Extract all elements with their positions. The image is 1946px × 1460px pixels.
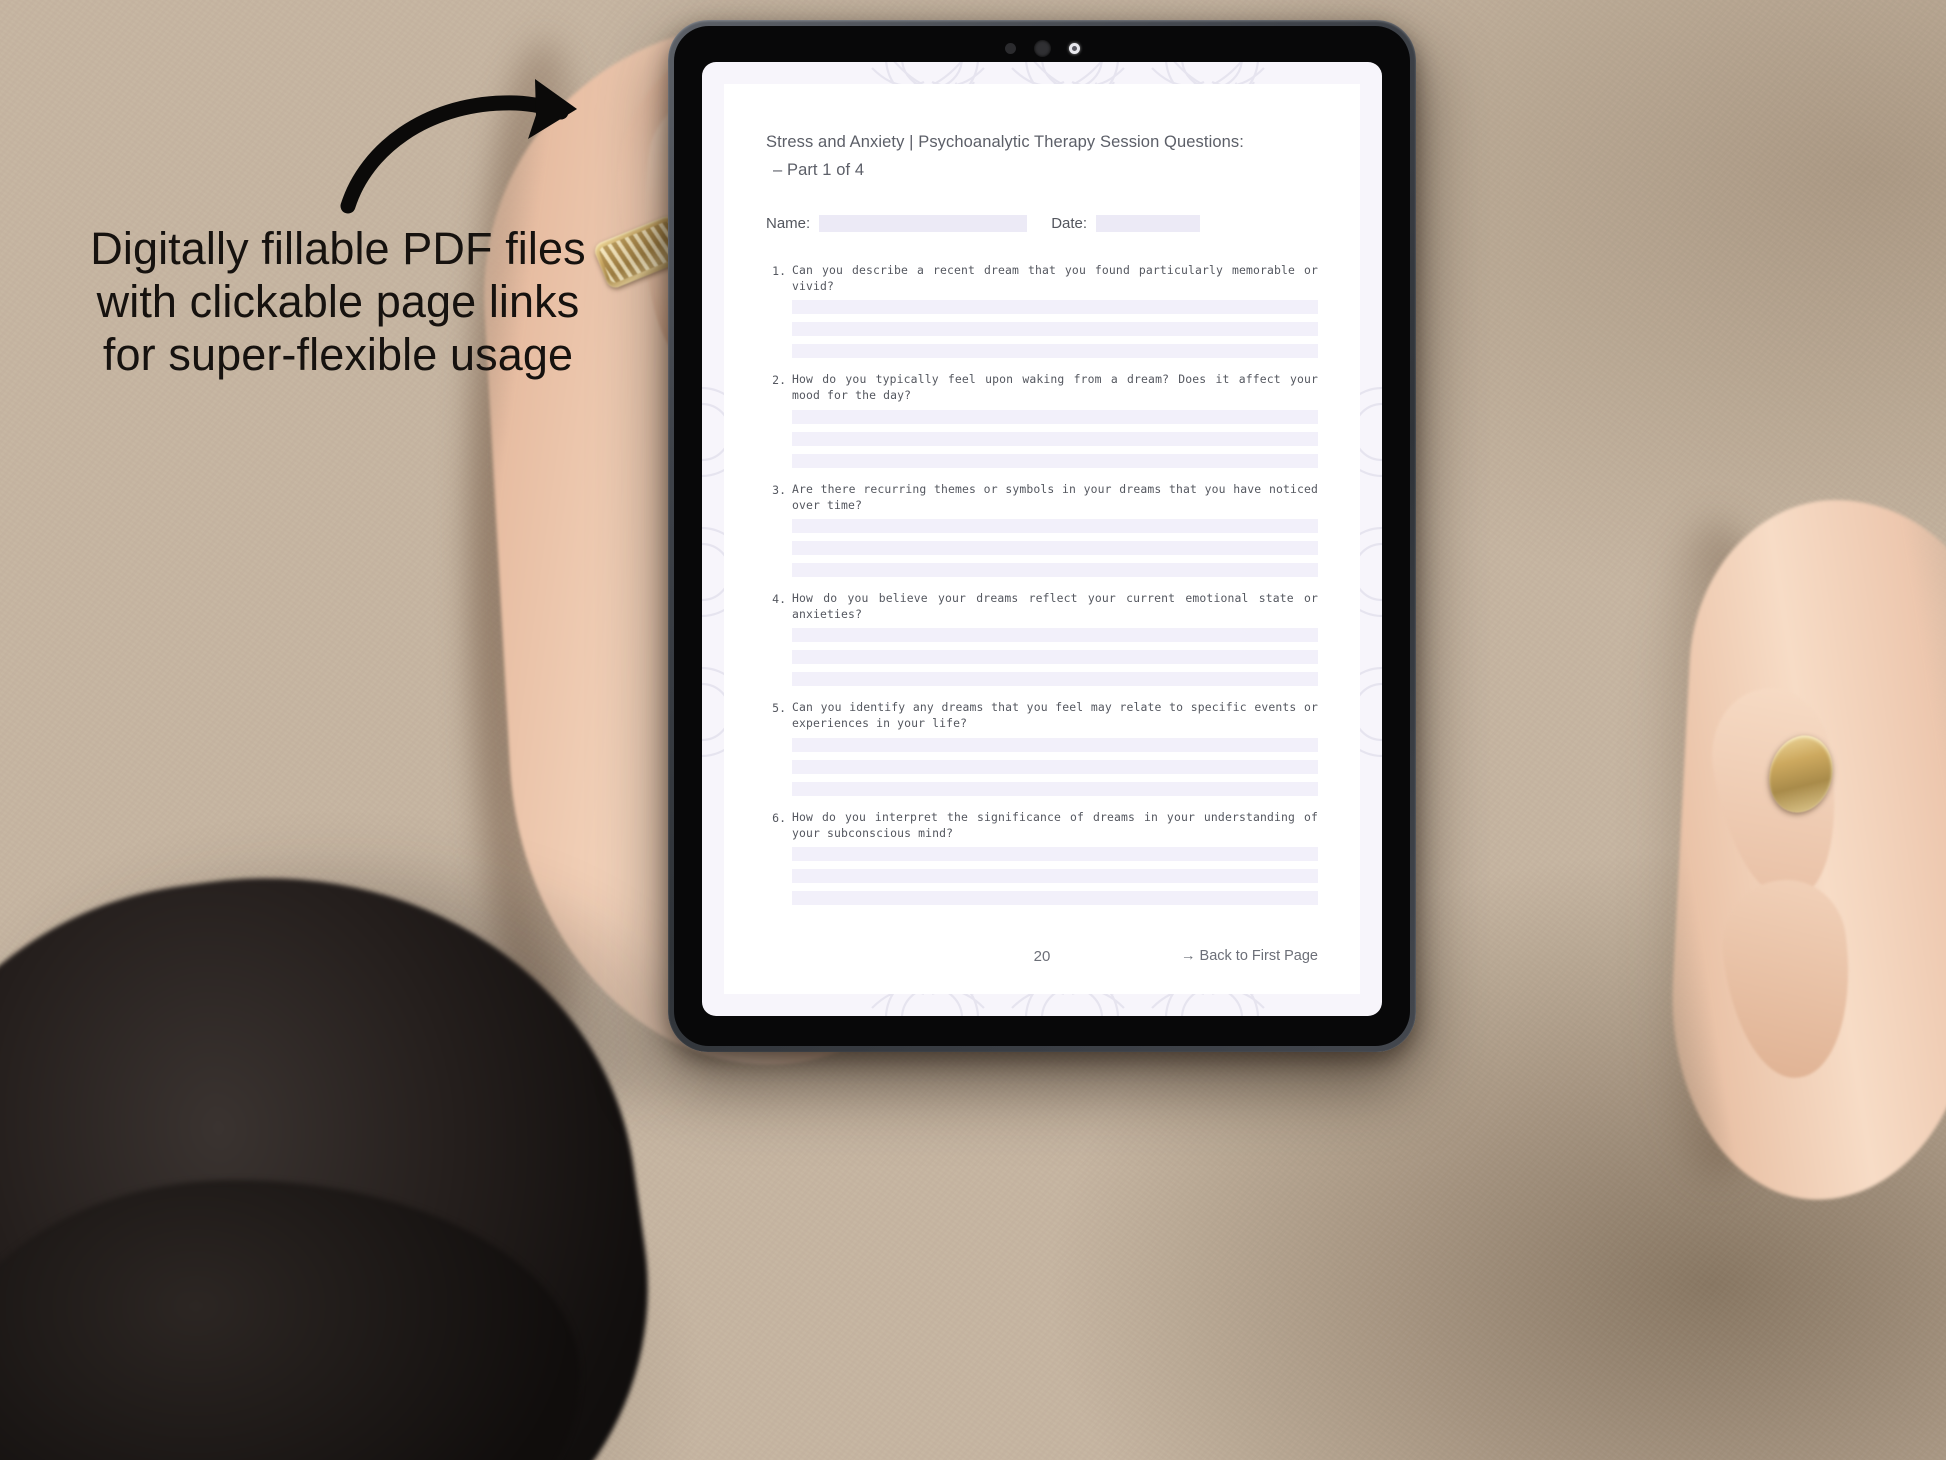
curved-arrow-right-icon [340,79,577,214]
answer-line-input[interactable] [792,518,1318,533]
name-label: Name: [766,214,811,232]
question-number: 3. [772,482,786,497]
question-number: 4. [772,591,786,606]
camera-lens-icon [1033,39,1051,57]
question-number: 1. [772,263,786,278]
tablet-screen[interactable]: Stress and Anxiety | Psychoanalytic Ther… [702,62,1382,1016]
answer-line-input[interactable] [792,869,1318,883]
question-item: 5. Can you identify any dreams that you f… [766,699,1318,796]
answer-line-input[interactable] [792,322,1318,337]
answer-line-input[interactable] [792,759,1318,774]
question-item: 2. How do you typically feel upon waking … [766,371,1318,468]
pdf-page: Stress and Anxiety | Psychoanalytic Ther… [724,84,1360,994]
question-body: How do you believe your dreams reflect y… [792,590,1318,687]
question-item: 6. How do you interpret the significance … [766,809,1318,905]
question-text: Are there recurring themes or symbols in… [792,481,1318,512]
camera-dot-icon [1004,42,1016,54]
document-title-line-2: – Part 1 of 4 [773,161,865,180]
question-body: How do you typically feel upon waking fr… [792,371,1318,468]
meta-row: Name: Date: [766,214,1318,232]
answer-lines [792,300,1318,359]
date-label: Date: [1051,214,1088,232]
arrow-right-icon: → [1181,948,1196,964]
question-text: Can you describe a recent dream that you… [792,262,1318,293]
tablet-device: Stress and Anxiety | Psychoanalytic Ther… [668,20,1416,1052]
promo-line-1: Digitally fillable PDF files [90,223,586,274]
question-body: Can you identify any dreams that you fee… [792,699,1318,796]
answer-line-input[interactable] [792,344,1318,359]
question-text: How do you typically feel upon waking fr… [792,372,1318,403]
tablet-bezel: Stress and Anxiety | Psychoanalytic Ther… [674,26,1410,1046]
answer-line-input[interactable] [792,891,1318,905]
question-item: 1. Can you describe a recent dream that y… [766,262,1318,359]
answer-line-input[interactable] [792,672,1318,687]
question-list: 1. Can you describe a recent dream that y… [766,262,1318,905]
question-body: Can you describe a recent dream that you… [792,262,1318,359]
answer-line-input[interactable] [792,562,1318,577]
back-to-first-page-label: Back to First Page [1199,948,1318,964]
answer-line-input[interactable] [792,431,1318,446]
question-body: How do you interpret the significance of… [792,809,1318,905]
answer-line-input[interactable] [792,300,1318,315]
answer-line-input[interactable] [792,628,1318,643]
answer-line-input[interactable] [792,650,1318,665]
answer-lines [792,737,1318,796]
question-text: How do you interpret the significance of… [792,809,1318,840]
question-number: 6. [772,810,786,825]
promo-text: Digitally fillable PDF files with clicka… [48,222,628,381]
answer-line-input[interactable] [792,781,1318,796]
question-text: How do you believe your dreams reflect y… [792,590,1318,622]
name-input[interactable] [819,214,1028,232]
answer-line-input[interactable] [792,847,1318,861]
promo-line-2: with clickable page links [96,276,580,328]
question-item: 3. Are there recurring themes or symbols … [766,481,1318,577]
answer-line-input[interactable] [792,540,1318,555]
question-number: 5. [772,701,786,716]
camera-cluster [674,39,1410,57]
answer-lines [792,518,1318,577]
document-title: Stress and Anxiety | Psychoanalytic Ther… [766,128,1318,185]
light-sensor-icon [1068,42,1080,54]
date-input[interactable] [1096,214,1201,232]
question-body: Are there recurring themes or symbols in… [792,481,1318,577]
question-text: Can you identify any dreams that you fee… [792,700,1318,731]
answer-line-input[interactable] [792,737,1318,752]
question-number: 2. [772,373,786,388]
back-to-first-page-link[interactable]: → Back to First Page [1181,948,1318,964]
answer-lines [792,847,1318,905]
answer-line-input[interactable] [792,453,1318,468]
page-number: 20 [1033,947,1051,965]
question-item: 4. How do you believe your dreams reflect… [766,590,1318,687]
answer-lines [792,628,1318,687]
answer-line-input[interactable] [792,409,1318,424]
promo-line-3: for super-flexible usage [102,329,574,381]
answer-lines [792,409,1318,468]
document-title-line-1: Stress and Anxiety | Psychoanalytic Ther… [766,133,1244,151]
pdf-footer: 20 → Back to First Page [766,947,1318,965]
